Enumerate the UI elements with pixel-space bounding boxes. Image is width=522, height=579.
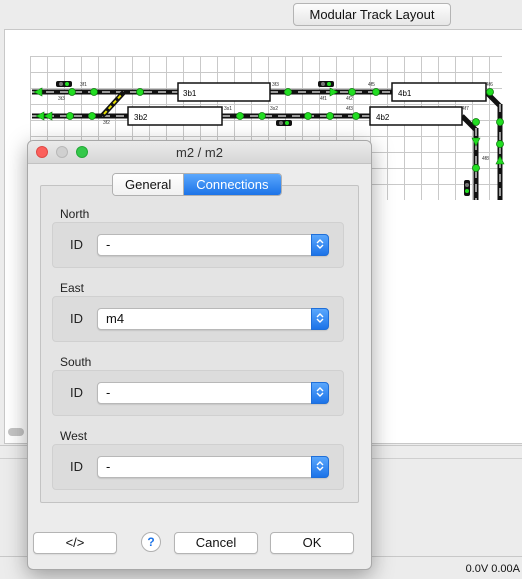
module-dialog: m2 / m2 General Connections North ID - E… (27, 140, 372, 570)
sensor-label: 4f8 (482, 156, 489, 162)
section-west-label: West (60, 429, 88, 443)
sensor-label: 4f5 (368, 82, 375, 88)
id-label: ID (70, 385, 83, 400)
select-value: - (106, 385, 111, 400)
dialog-title: m2 / m2 (176, 145, 223, 160)
tab-bar: General Connections (112, 173, 282, 196)
block-label-4b1: 4b1 (398, 89, 412, 98)
south-id-select[interactable]: - (97, 382, 329, 404)
sensor-label: 3f1 (80, 82, 87, 88)
sensor-label: 3t3 (58, 96, 65, 102)
tab-connections[interactable]: Connections (184, 174, 281, 195)
tab-general[interactable]: General (113, 174, 185, 195)
east-id-select[interactable]: m4 (97, 308, 329, 330)
sensor-label: 3s2 (270, 106, 278, 112)
chevron-updown-icon (311, 308, 329, 330)
horizontal-scrollbar[interactable] (8, 428, 24, 436)
sensor-label: 4f6 (486, 82, 493, 88)
block-label-3b1: 3b1 (183, 89, 197, 98)
ok-button[interactable]: OK (270, 532, 354, 554)
section-south-label: South (60, 355, 92, 369)
section-south: ID - (52, 370, 344, 416)
section-east-label: East (60, 281, 85, 295)
sensor-label: 4f1 (320, 96, 327, 102)
help-button[interactable]: ? (141, 532, 161, 552)
sensor-label: 3s1 (224, 106, 232, 112)
sensor-label: 3f3 (272, 82, 279, 88)
id-label: ID (70, 311, 83, 326)
north-id-select[interactable]: - (97, 234, 329, 256)
select-value: - (106, 459, 111, 474)
block-label-4b2: 4b2 (376, 113, 390, 122)
sensor-label: 4f2 (346, 96, 353, 102)
section-north-label: North (60, 207, 90, 221)
power-status: 0.0V 0.00A (465, 563, 520, 575)
section-east: ID m4 (52, 296, 344, 342)
select-value: - (106, 237, 111, 252)
cancel-button[interactable]: Cancel (174, 532, 258, 554)
dialog-titlebar: m2 / m2 (28, 141, 371, 164)
chevron-updown-icon (311, 234, 329, 256)
sensor-label: 4f3 (346, 106, 353, 112)
west-id-select[interactable]: - (97, 456, 329, 478)
sensor-label: 4f7 (462, 106, 469, 112)
sensor-label: 3f2 (103, 120, 110, 126)
id-label: ID (70, 459, 83, 474)
section-west: ID - (52, 444, 344, 490)
chevron-updown-icon (311, 456, 329, 478)
select-value: m4 (106, 311, 125, 326)
block-label-3b2: 3b2 (134, 113, 148, 122)
id-label: ID (70, 237, 83, 252)
chevron-updown-icon (311, 382, 329, 404)
xml-source-button[interactable]: </> (33, 532, 117, 554)
section-north: ID - (52, 222, 344, 268)
